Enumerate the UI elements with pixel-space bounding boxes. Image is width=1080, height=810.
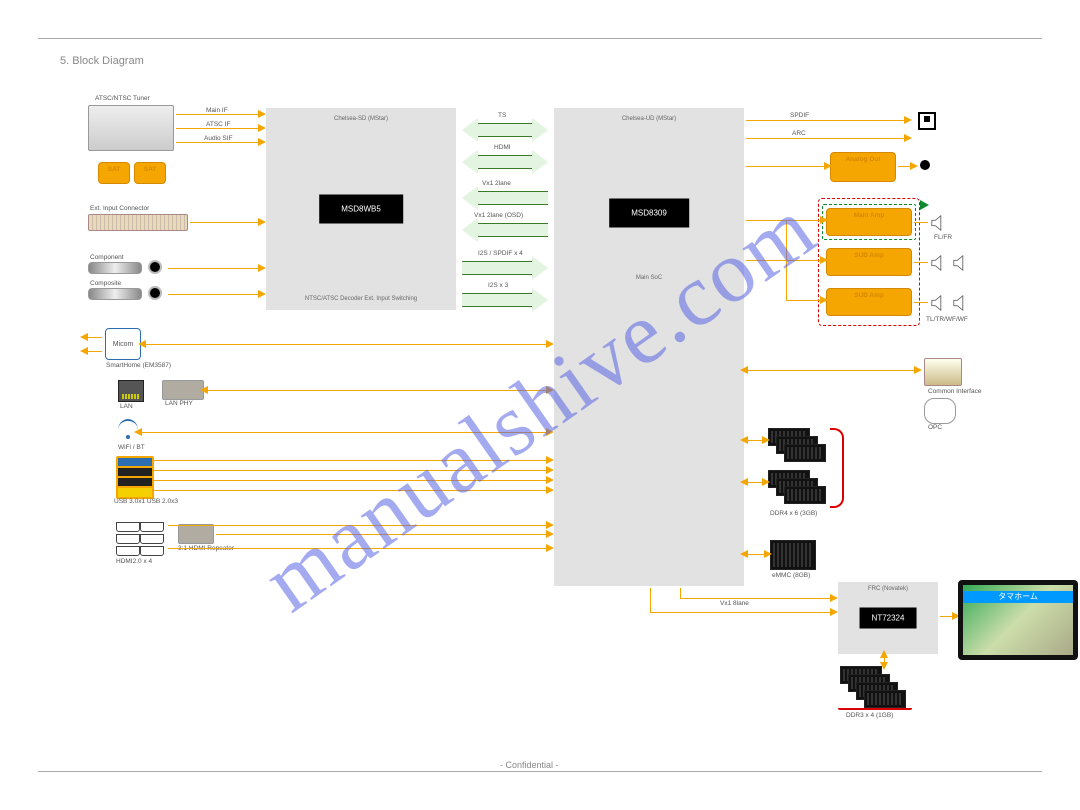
micom-sub: SmartHome (EM3587) — [106, 362, 171, 369]
tv-panel: タマホーム — [958, 580, 1078, 660]
chip-sd: MSD8WB5 Chelsea-SD (MStar) NTSC/ATSC Dec… — [266, 108, 456, 310]
ext-label: Ext. Input Connector — [90, 205, 149, 212]
amp2: SUB Amp — [827, 249, 911, 262]
wifi-label: WiFi / BT — [118, 444, 145, 451]
amp3: SUB Amp — [827, 289, 911, 302]
hdmi-label: HDMI2.0 x 4 — [116, 558, 152, 565]
tuner-label: ATSC/NTSC Tuner — [95, 95, 150, 102]
amp1: Main Amp — [827, 209, 911, 222]
bus-ts — [462, 118, 548, 142]
sat1: SAT — [99, 163, 129, 176]
lanphy-label: LAN PHY — [165, 400, 193, 407]
lan-label: LAN — [120, 403, 133, 410]
av-label: Composite — [90, 280, 121, 287]
footer: - Confidential - — [500, 760, 559, 770]
usb-label: USB 3.0x1 USB 2.0x3 — [114, 498, 178, 505]
sat2: SAT — [135, 163, 165, 176]
bus-hdmi — [462, 150, 548, 174]
aout: Analog Out — [831, 153, 895, 166]
comp-label: Component — [90, 254, 124, 261]
speaker-icon — [930, 214, 948, 232]
page-title: 5. Block Diagram — [60, 55, 144, 67]
micom-box: Micom — [105, 328, 141, 360]
chip-uhd: MSD8309 Chelsea-UD (MStar) Main SoC — [554, 108, 744, 586]
rj45-icon — [118, 380, 144, 402]
chip-frc: NT72324 FRC (Novatek) — [838, 582, 938, 654]
